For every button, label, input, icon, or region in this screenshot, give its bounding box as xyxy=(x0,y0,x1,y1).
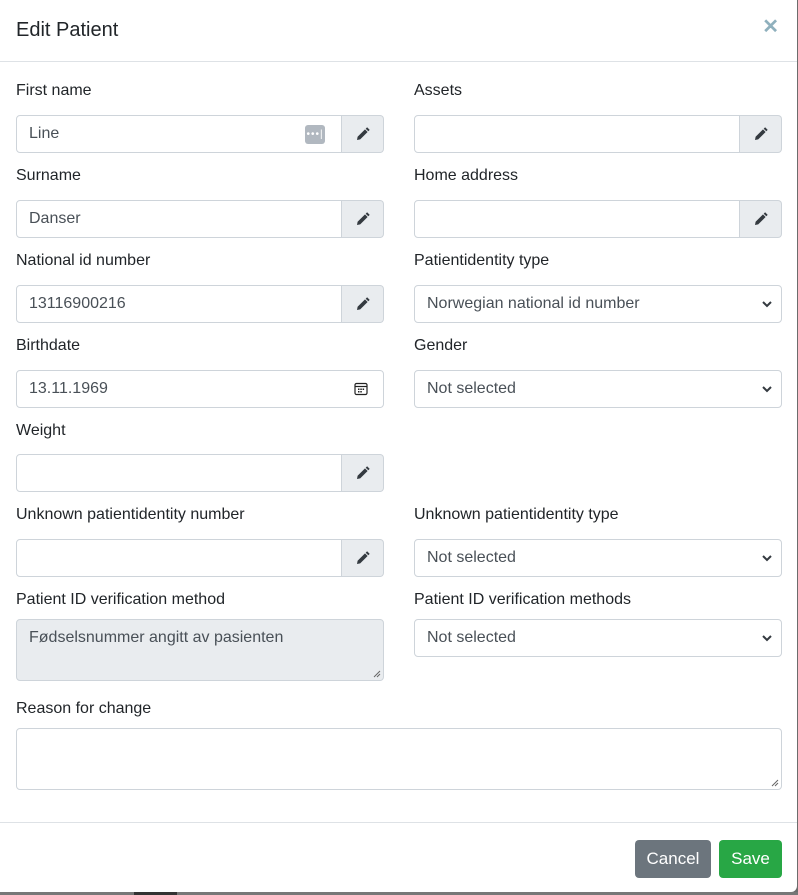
weight-edit-button[interactable] xyxy=(342,454,384,492)
assets-edit-button[interactable] xyxy=(740,115,782,153)
verification-methods-field: Patient ID verification methods Not sele… xyxy=(414,588,782,657)
unknown-id-number-field: Unknown patientidentity number xyxy=(16,503,384,577)
unknown-id-number-label: Unknown patientidentity number xyxy=(16,506,245,523)
birthdate-input[interactable]: 13.11.1969 xyxy=(16,370,384,408)
national-id-label: National id number xyxy=(16,252,151,269)
cancel-button[interactable]: Cancel xyxy=(635,840,711,878)
home-address-field: Home address xyxy=(414,164,782,238)
first-name-edit-button[interactable] xyxy=(342,115,384,153)
first-name-field: First name Line •••| xyxy=(16,79,384,153)
resize-handle-icon[interactable] xyxy=(373,670,381,678)
pencil-icon xyxy=(356,297,370,310)
home-address-label: Home address xyxy=(414,167,519,184)
gender-field: Gender Not selected xyxy=(414,334,782,408)
national-id-input[interactable]: 13116900216 xyxy=(16,285,342,323)
birthdate-field: Birthdate 13.11.1969 xyxy=(16,334,384,408)
reason-field: Reason for change xyxy=(16,697,782,790)
gender-select[interactable]: Not selected xyxy=(414,370,782,408)
modal-header: Edit Patient ✕ xyxy=(0,0,797,62)
calendar-icon[interactable] xyxy=(354,382,368,396)
unknown-id-type-label: Unknown patientidentity type xyxy=(414,506,619,523)
pencil-icon xyxy=(356,127,370,140)
national-id-field: National id number 13116900216 xyxy=(16,249,384,323)
surname-edit-button[interactable] xyxy=(342,200,384,238)
pencil-icon xyxy=(754,127,768,140)
pencil-icon xyxy=(356,551,370,564)
birthdate-label: Birthdate xyxy=(16,337,81,354)
edit-patient-modal: Edit Patient ✕ First name Line •••| Asse… xyxy=(0,0,797,892)
identity-type-field: Patientidentity type Norwegian national … xyxy=(414,249,782,323)
identity-type-select[interactable]: Norwegian national id number xyxy=(414,285,782,323)
home-address-edit-button[interactable] xyxy=(740,200,782,238)
assets-input[interactable] xyxy=(414,115,740,153)
unknown-id-type-select[interactable]: Not selected xyxy=(414,539,782,577)
pencil-icon xyxy=(356,212,370,225)
identity-type-label: Patientidentity type xyxy=(414,252,550,269)
surname-field: Surname Danser xyxy=(16,164,384,238)
weight-label: Weight xyxy=(16,422,66,439)
assets-field: Assets xyxy=(414,79,782,153)
verification-method-field: Patient ID verification method Fødselsnu… xyxy=(16,588,384,681)
modal-footer: Cancel Save xyxy=(0,822,797,893)
verification-methods-select[interactable]: Not selected xyxy=(414,619,782,657)
close-icon: ✕ xyxy=(762,16,779,38)
save-button[interactable]: Save xyxy=(719,840,782,878)
weight-input[interactable] xyxy=(16,454,342,492)
unknown-id-number-edit-button[interactable] xyxy=(342,539,384,577)
weight-field: Weight xyxy=(16,419,384,492)
gender-label: Gender xyxy=(414,337,468,354)
first-name-label: First name xyxy=(16,82,92,99)
modal-body: First name Line •••| Assets Surname Dans… xyxy=(0,62,797,822)
chevron-down-icon xyxy=(762,386,772,393)
assets-label: Assets xyxy=(414,82,463,99)
surname-label: Surname xyxy=(16,167,81,184)
pencil-icon xyxy=(356,466,370,479)
modal-title: Edit Patient xyxy=(16,19,119,41)
home-address-input[interactable] xyxy=(414,200,740,238)
close-button[interactable]: ✕ xyxy=(762,16,779,38)
pencil-icon xyxy=(754,212,768,225)
resize-handle-icon[interactable] xyxy=(771,779,779,787)
unknown-id-number-input[interactable] xyxy=(16,539,342,577)
verification-methods-label: Patient ID verification methods xyxy=(414,591,631,608)
password-manager-icon[interactable]: •••| xyxy=(305,124,325,144)
chevron-down-icon xyxy=(762,555,772,562)
verification-method-label: Patient ID verification method xyxy=(16,591,225,608)
reason-textarea[interactable] xyxy=(16,728,782,790)
first-name-input[interactable]: Line •••| xyxy=(16,115,342,153)
reason-label: Reason for change xyxy=(16,700,152,717)
unknown-id-type-field: Unknown patientidentity type Not selecte… xyxy=(414,503,782,577)
chevron-down-icon xyxy=(762,301,772,308)
surname-input[interactable]: Danser xyxy=(16,200,342,238)
national-id-edit-button[interactable] xyxy=(342,285,384,323)
chevron-down-icon xyxy=(762,635,772,642)
verification-method-textarea[interactable]: Fødselsnummer angitt av pasienten xyxy=(16,619,384,681)
